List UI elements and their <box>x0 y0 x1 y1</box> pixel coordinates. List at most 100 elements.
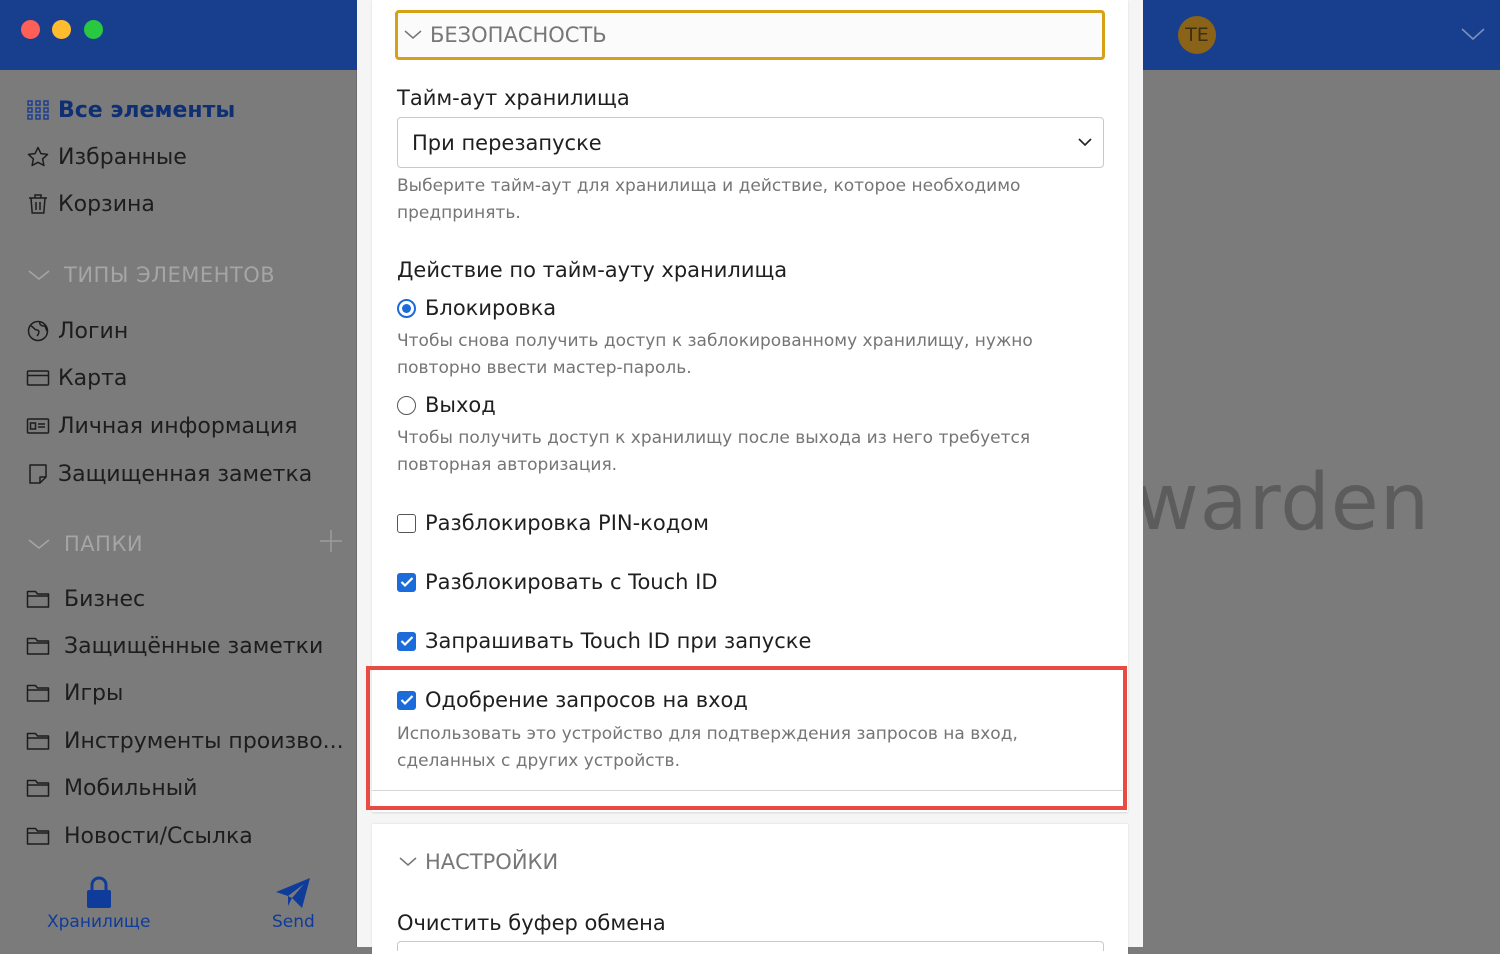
add-folder-button[interactable] <box>318 528 344 554</box>
vault-timeout-value: При перезапуске <box>412 130 602 155</box>
chevron-down-icon <box>26 266 52 284</box>
folder-icon <box>26 681 50 705</box>
id-card-icon <box>26 414 50 438</box>
touchid-launch-label: Запрашивать Touch ID при запуске <box>425 629 812 653</box>
preferences-section-title: НАСТРОЙКИ <box>425 850 559 874</box>
lock-radio[interactable] <box>397 298 416 318</box>
checkmark-icon <box>400 577 413 588</box>
folder-icon <box>26 729 50 753</box>
sticky-note-icon <box>26 462 50 486</box>
sidebar-item-all-items[interactable]: Все элементы <box>26 94 235 126</box>
star-icon <box>26 145 50 169</box>
approve-login-checkbox[interactable] <box>397 690 416 710</box>
touchid-unlock-checkbox[interactable] <box>397 572 416 592</box>
logout-radio[interactable] <box>397 395 416 415</box>
approve-login-help: Использовать это устройство для подтверж… <box>397 724 1018 771</box>
folder-icon <box>26 634 50 658</box>
sidebar-folder-item[interactable]: Игры <box>26 677 123 709</box>
sidebar-item-favorites[interactable]: Избранные <box>26 141 187 173</box>
window-minimize-button[interactable] <box>52 20 71 39</box>
preferences-section-header[interactable]: НАСТРОЙКИ <box>397 850 558 874</box>
folder-icon <box>26 824 50 848</box>
logout-radio-label: Выход <box>425 393 496 417</box>
approve-login-label: Одобрение запросов на вход <box>425 688 748 712</box>
checkmark-icon <box>400 695 413 706</box>
touchid-launch-option[interactable]: Запрашивать Touch ID при запуске <box>397 627 811 655</box>
clear-clipboard-label: Очистить буфер обмена <box>397 911 666 935</box>
touchid-unlock-label: Разблокировать с Touch ID <box>425 570 718 594</box>
sidebar-item-identity[interactable]: Личная информация <box>26 410 297 442</box>
sidebar-item-card[interactable]: Карта <box>26 362 127 394</box>
sidebar-folder-item[interactable]: Защищённые заметки <box>26 630 323 662</box>
sidebar-folder-item[interactable]: Новости/Ссылка <box>26 820 253 852</box>
vault-tab-label: Хранилище <box>47 912 151 932</box>
folder-label: Новости/Ссылка <box>64 823 253 849</box>
folder-label: Инструменты произво... <box>64 728 344 754</box>
chevron-down-icon <box>1078 138 1092 147</box>
sidebar-folder-item[interactable]: Инструменты произво... <box>26 725 344 757</box>
sidebar-item-secure-note[interactable]: Защищенная заметка <box>26 458 312 490</box>
sidebar-item-trash[interactable]: Корзина <box>26 188 155 220</box>
pin-unlock-checkbox[interactable] <box>397 513 416 533</box>
timeout-action-label: Действие по тайм-ауту хранилища <box>397 258 788 282</box>
divider <box>372 790 1122 791</box>
trash-icon <box>26 192 50 216</box>
lock-icon <box>86 876 111 908</box>
folder-label: Мобильный <box>64 775 198 801</box>
send-tab[interactable]: Send <box>272 876 315 932</box>
sidebar-item-label: Личная информация <box>58 413 298 439</box>
security-section-header[interactable]: БЕЗОПАСНОСТЬ <box>395 10 1105 60</box>
bottom-nav: Хранилище Send <box>0 876 357 947</box>
vault-timeout-select[interactable]: При перезапуске <box>397 117 1104 168</box>
window-zoom-button[interactable] <box>84 20 103 39</box>
logout-radio-option[interactable]: Выход <box>397 391 496 419</box>
sidebar-item-label: Логин <box>58 318 129 344</box>
globe-icon <box>26 319 50 343</box>
folder-icon <box>26 776 50 800</box>
checkmark-icon <box>400 636 413 647</box>
pin-unlock-label: Разблокировка PIN-кодом <box>425 511 709 535</box>
sidebar: Все элементы Избранные Корзина ТИПЫ ЭЛЕМ… <box>0 70 357 947</box>
lock-radio-label: Блокировка <box>425 296 557 320</box>
touchid-unlock-option[interactable]: Разблокировать с Touch ID <box>397 568 718 596</box>
grid-icon <box>26 98 50 122</box>
sidebar-item-label: Корзина <box>58 191 155 217</box>
vault-timeout-help: Выберите тайм-аут для хранилища и действ… <box>397 176 1021 223</box>
account-menu-chevron-icon[interactable] <box>1460 26 1486 42</box>
security-section-title: БЕЗОПАСНОСТЬ <box>430 23 607 47</box>
pin-unlock-option[interactable]: Разблокировка PIN-кодом <box>397 509 709 537</box>
logout-help: Чтобы получить доступ к хранилищу после … <box>397 428 1031 475</box>
vault-timeout-label: Тайм-аут хранилища <box>397 86 630 110</box>
window-close-button[interactable] <box>21 20 40 39</box>
brand-logo-text: warden <box>1143 458 1431 548</box>
folder-label: Бизнес <box>64 586 146 612</box>
account-avatar[interactable]: TE <box>1178 16 1216 54</box>
sidebar-item-label: Карта <box>58 365 128 391</box>
clear-clipboard-select[interactable] <box>397 941 1104 951</box>
sidebar-item-label: Защищенная заметка <box>58 461 313 487</box>
sidebar-item-label: Все элементы <box>58 97 236 123</box>
paper-plane-icon <box>276 878 311 908</box>
folders-header-label: ПАПКИ <box>64 532 144 556</box>
credit-card-icon <box>26 366 50 390</box>
folder-label: Игры <box>64 680 124 706</box>
sidebar-item-login[interactable]: Логин <box>26 315 128 347</box>
send-tab-label: Send <box>272 912 315 932</box>
account-initials: TE <box>1185 24 1209 46</box>
folders-header[interactable]: ПАПКИ <box>26 529 143 559</box>
lock-help: Чтобы снова получить доступ к заблокиров… <box>397 331 1033 378</box>
folder-label: Защищённые заметки <box>64 633 324 659</box>
approve-login-option[interactable]: Одобрение запросов на вход <box>397 686 748 714</box>
vault-tab[interactable]: Хранилище <box>47 876 150 932</box>
plus-icon <box>320 530 342 552</box>
sidebar-folder-item[interactable]: Бизнес <box>26 583 145 615</box>
chevron-down-icon <box>397 855 419 869</box>
lock-radio-option[interactable]: Блокировка <box>397 294 556 322</box>
touchid-launch-checkbox[interactable] <box>397 631 416 651</box>
types-header[interactable]: ТИПЫ ЭЛЕМЕНТОВ <box>26 260 275 290</box>
chevron-down-icon <box>26 535 52 553</box>
sidebar-item-label: Избранные <box>58 144 187 170</box>
chevron-down-icon <box>402 28 424 42</box>
types-header-label: ТИПЫ ЭЛЕМЕНТОВ <box>64 263 276 287</box>
sidebar-folder-item[interactable]: Мобильный <box>26 772 197 804</box>
